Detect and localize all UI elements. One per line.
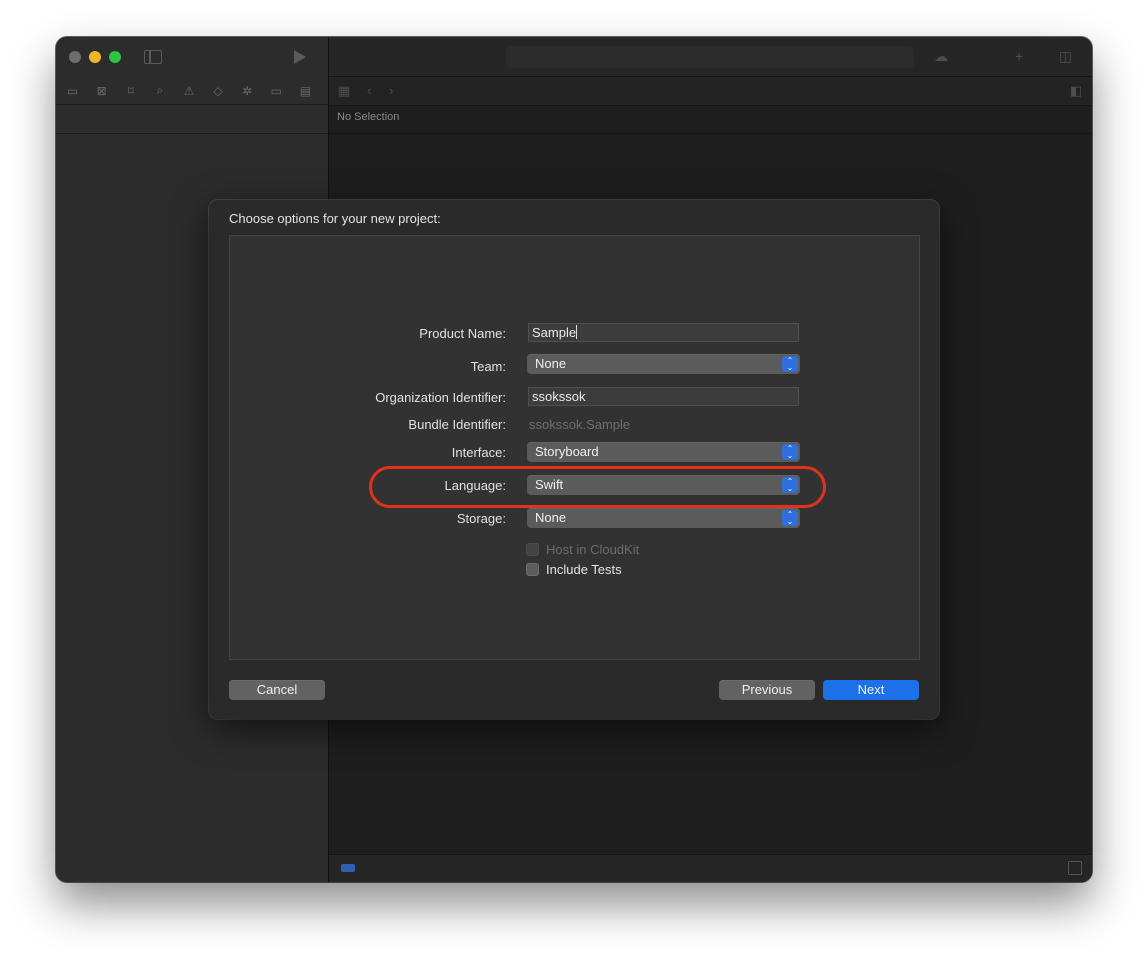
interface-popup[interactable]: Storyboard ⌃ ⌄ bbox=[527, 442, 800, 462]
zoom-window-button[interactable] bbox=[109, 51, 121, 63]
minimize-window-button[interactable] bbox=[89, 51, 101, 63]
product-name-label: Product Name: bbox=[419, 326, 506, 341]
interface-value: Storyboard bbox=[535, 444, 599, 459]
warning-icon[interactable]: ⚠ bbox=[182, 84, 195, 98]
source-control-icon[interactable]: ⊠ bbox=[95, 84, 108, 98]
options-panel: Product Name: Sample Team: None ⌃ ⌄ Organ… bbox=[229, 235, 920, 660]
product-name-value: Sample bbox=[532, 325, 577, 340]
main-toolbar: ☁ + ◫ bbox=[329, 37, 1092, 77]
back-icon[interactable]: ‹ bbox=[367, 84, 371, 98]
sidebar-titlebar bbox=[56, 37, 328, 76]
host-in-cloudkit-label: Host in CloudKit bbox=[546, 542, 640, 557]
debug-toggle-icon[interactable] bbox=[1068, 861, 1082, 875]
add-icon[interactable]: + bbox=[1015, 49, 1031, 63]
interface-label: Interface: bbox=[451, 445, 506, 460]
close-window-button[interactable] bbox=[69, 51, 81, 63]
cloud-icon[interactable]: ☁ bbox=[934, 49, 950, 63]
breakpoint-icon[interactable]: ▭ bbox=[270, 84, 283, 98]
editor-divider bbox=[329, 133, 1092, 134]
host-in-cloudkit-row: Host in CloudKit bbox=[526, 542, 639, 557]
bundle-identifier-value: ssokssok.Sample bbox=[529, 417, 631, 432]
sidebar-divider bbox=[56, 133, 328, 134]
activity-viewer bbox=[506, 46, 914, 68]
no-selection-label: No Selection bbox=[337, 111, 400, 123]
organization-identifier-field[interactable]: ssokssok bbox=[528, 387, 799, 406]
navigator-tabs: ▭ ⊠ ⌑ ⌕ ⚠ ◇ ✲ ▭ ▤ bbox=[56, 77, 328, 105]
storage-popup[interactable]: None ⌃ ⌄ bbox=[527, 508, 800, 528]
chevron-updown-icon: ⌃ ⌄ bbox=[782, 510, 798, 526]
chevron-updown-icon: ⌃ ⌄ bbox=[782, 444, 798, 460]
include-tests-checkbox[interactable] bbox=[526, 563, 539, 576]
team-value: None bbox=[535, 356, 567, 371]
previous-button[interactable]: Previous bbox=[719, 680, 815, 700]
new-project-options-sheet: Choose options for your new project: Pro… bbox=[209, 200, 939, 719]
include-tests-label[interactable]: Include Tests bbox=[546, 562, 622, 577]
grid-icon[interactable]: ▦ bbox=[338, 84, 350, 98]
forward-icon[interactable]: › bbox=[389, 84, 393, 98]
test-icon[interactable]: ◇ bbox=[212, 84, 225, 98]
search-icon[interactable]: ⌕ bbox=[153, 83, 166, 98]
product-name-field[interactable]: Sample bbox=[528, 323, 799, 342]
organization-identifier-label: Organization Identifier: bbox=[375, 390, 506, 405]
folder-icon[interactable]: ▭ bbox=[66, 84, 79, 98]
interface-highlight-annotation bbox=[369, 466, 826, 508]
storage-label: Storage: bbox=[456, 511, 506, 526]
include-tests-row[interactable]: Include Tests bbox=[526, 562, 622, 577]
debug-bar bbox=[329, 854, 1092, 882]
organization-identifier-value: ssokssok bbox=[532, 389, 586, 404]
next-button[interactable]: Next bbox=[823, 680, 919, 700]
bookmark-icon[interactable]: ⌑ bbox=[124, 84, 137, 98]
cancel-button[interactable]: Cancel bbox=[229, 680, 325, 700]
report-icon[interactable]: ▤ bbox=[299, 84, 312, 98]
debug-icon[interactable]: ✲ bbox=[241, 84, 254, 98]
run-icon[interactable] bbox=[294, 50, 306, 64]
inspector-toggle-icon[interactable]: ◫ bbox=[1059, 49, 1075, 63]
team-label: Team: bbox=[470, 359, 506, 374]
add-editor-icon[interactable]: ◧ bbox=[1070, 84, 1082, 98]
sidebar-toggle-icon[interactable] bbox=[144, 50, 162, 64]
chevron-updown-icon: ⌃ ⌄ bbox=[782, 356, 798, 372]
host-in-cloudkit-checkbox bbox=[526, 543, 539, 556]
sheet-title: Choose options for your new project: bbox=[229, 211, 441, 226]
team-popup[interactable]: None ⌃ ⌄ bbox=[527, 354, 800, 374]
jump-bar: ▦ ‹ › ◧ bbox=[329, 77, 1092, 106]
debug-area-icon[interactable] bbox=[341, 864, 355, 872]
storage-value: None bbox=[535, 510, 567, 525]
bundle-identifier-label: Bundle Identifier: bbox=[408, 417, 506, 432]
text-caret bbox=[576, 325, 578, 339]
